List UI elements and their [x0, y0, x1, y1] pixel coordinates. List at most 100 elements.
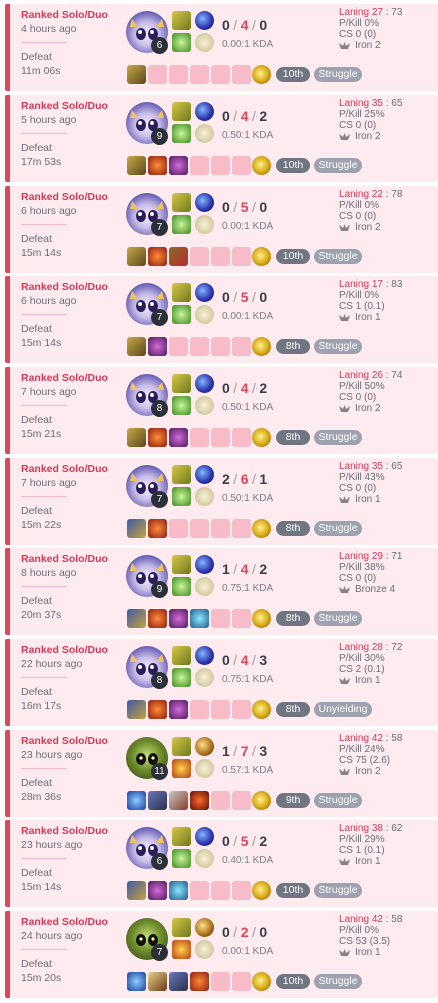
deaths: 4 — [240, 108, 249, 124]
match-card[interactable]: Ranked Solo/Duo 22 hours ago Defeat 16m 17s… — [5, 639, 438, 726]
match-card[interactable]: Ranked Solo/Duo 5 hours ago Defeat 17m 53s 9… — [5, 95, 438, 182]
ignite-item-icon[interactable] — [148, 609, 167, 628]
dark-seal-icon[interactable] — [127, 609, 146, 628]
match-card[interactable]: Ranked Solo/Duo 24 hours ago Defeat 15m 20s… — [5, 911, 438, 998]
tier-emblem-icon — [339, 767, 350, 776]
match-card[interactable]: Ranked Solo/Duo 6 hours ago Defeat 15m 14s 7… — [5, 276, 438, 363]
kda-ratio: 0.75:1 KDA — [222, 583, 274, 594]
spellthief-edge-icon[interactable] — [127, 156, 146, 175]
placement-badge: 10th — [276, 883, 310, 898]
kill-participation: P/Kill 0% — [339, 290, 380, 301]
laning-opponent-value: 58 — [391, 914, 403, 925]
time-ago: 5 hours ago — [21, 114, 77, 126]
match-card[interactable]: Ranked Solo/Duo 7 hours ago Defeat 15m 21s 8… — [5, 367, 438, 454]
match-card[interactable]: Ranked Solo/Duo 4 hours ago Defeat 11m 06s 6… — [5, 4, 438, 91]
time-ago: 24 hours ago — [21, 930, 83, 942]
exhaust-icon — [172, 465, 191, 484]
stealth-ward-icon — [252, 791, 271, 810]
placement-badge: 9th — [276, 793, 310, 808]
stealth-ward-icon — [252, 881, 271, 900]
placement-badge: 8th — [276, 521, 310, 536]
empty-item-slot — [211, 247, 230, 266]
match-card[interactable]: Ranked Solo/Duo 23 hours ago Defeat 28m 36s… — [5, 730, 438, 817]
pickaxe-icon[interactable] — [169, 791, 188, 810]
kda-separator: / — [251, 833, 257, 849]
champion-level: 7 — [151, 219, 168, 236]
queue-type: Ranked Solo/Duo — [21, 735, 108, 747]
creep-score: CS 75 (2.6) — [339, 755, 391, 766]
assists: 2 — [259, 833, 268, 849]
dark-seal-icon[interactable] — [127, 519, 146, 538]
hailblade-icon[interactable] — [127, 791, 146, 810]
bandleglass-icon[interactable] — [169, 428, 188, 447]
empty-item-slot — [211, 609, 230, 628]
tier-label: Iron 2 — [355, 403, 381, 414]
assists: 1 — [259, 471, 268, 487]
kills: 0 — [222, 108, 231, 124]
kda-separator: / — [233, 652, 238, 668]
sunfire-icon[interactable] — [190, 791, 209, 810]
time-ago: 8 hours ago — [21, 567, 77, 579]
kda-separator: / — [251, 17, 257, 33]
fiendish-codex-icon[interactable] — [169, 247, 188, 266]
match-card[interactable]: Ranked Solo/Duo 7 hours ago Defeat 15m 22s 7… — [5, 458, 438, 545]
rank-tier: Iron 2 — [339, 222, 402, 233]
bandleglass-icon[interactable] — [169, 156, 188, 175]
ignite-item-icon[interactable] — [148, 156, 167, 175]
kda-score: 1/4/2 — [222, 561, 268, 577]
spellthief-edge-icon[interactable] — [127, 65, 146, 84]
match-card[interactable]: Ranked Solo/Duo 8 hours ago Defeat 20m 37s 9… — [5, 548, 438, 635]
empty-item-slot — [232, 791, 251, 810]
queue-type: Ranked Solo/Duo — [21, 825, 108, 837]
glacial-icon[interactable] — [169, 881, 188, 900]
result-divider — [21, 42, 67, 43]
spellthief-edge-icon[interactable] — [127, 428, 146, 447]
match-card[interactable]: Ranked Solo/Duo 6 hours ago Defeat 15m 14s 7… — [5, 186, 438, 273]
mercury-treads-icon[interactable] — [148, 791, 167, 810]
exhaust-icon — [172, 374, 191, 393]
empty-item-slot — [190, 65, 209, 84]
hailblade-icon[interactable] — [127, 972, 146, 991]
bandleglass-icon[interactable] — [169, 700, 188, 719]
bandleglass-icon[interactable] — [148, 881, 167, 900]
glacial-icon[interactable] — [190, 609, 209, 628]
ignite-item-icon[interactable] — [148, 247, 167, 266]
ignite-item-icon[interactable] — [148, 519, 167, 538]
match-duration: 15m 14s — [21, 881, 62, 893]
sword-icon[interactable] — [148, 972, 167, 991]
spellthief-edge-icon[interactable] — [127, 247, 146, 266]
laning-value: 35 — [371, 461, 383, 472]
match-result: Defeat — [21, 958, 52, 970]
creep-score: CS 0 (0) — [339, 483, 377, 494]
empty-item-slot — [190, 337, 209, 356]
bandleglass-icon[interactable] — [169, 609, 188, 628]
tier-label: Bronze 4 — [355, 584, 396, 595]
ignite-item-icon[interactable] — [190, 972, 209, 991]
queue-type: Ranked Solo/Duo — [21, 916, 108, 928]
champion-level: 9 — [151, 581, 168, 598]
match-duration: 17m 53s — [21, 156, 62, 168]
match-card[interactable]: Ranked Solo/Duo 23 hours ago Defeat 15m 14s… — [5, 820, 438, 907]
deaths: 2 — [240, 924, 249, 940]
laning-score: Laning 35 : 65 — [339, 461, 403, 472]
kda-separator: / — [251, 380, 257, 396]
spellthief-edge-icon[interactable] — [127, 337, 146, 356]
ignite-item-icon[interactable] — [148, 428, 167, 447]
mercury-treads-icon[interactable] — [169, 972, 188, 991]
ignite-item-icon[interactable] — [148, 700, 167, 719]
exhaust-icon — [172, 827, 191, 846]
kills: 0 — [222, 924, 231, 940]
rank-tier: Bronze 4 — [339, 584, 402, 595]
dark-seal-icon[interactable] — [127, 881, 146, 900]
dark-seal-icon[interactable] — [127, 700, 146, 719]
stealth-ward-icon — [252, 428, 271, 447]
assists: 3 — [259, 652, 268, 668]
ignite-icon — [172, 940, 191, 959]
kill-participation: P/Kill 0% — [339, 200, 380, 211]
match-duration: 15m 14s — [21, 247, 62, 259]
kda-separator: / — [251, 924, 257, 940]
arcane-comet-icon — [195, 555, 214, 574]
bandleglass-icon[interactable] — [148, 337, 167, 356]
performance-badge: Struggle — [314, 67, 362, 82]
cleanse-icon — [172, 396, 191, 415]
